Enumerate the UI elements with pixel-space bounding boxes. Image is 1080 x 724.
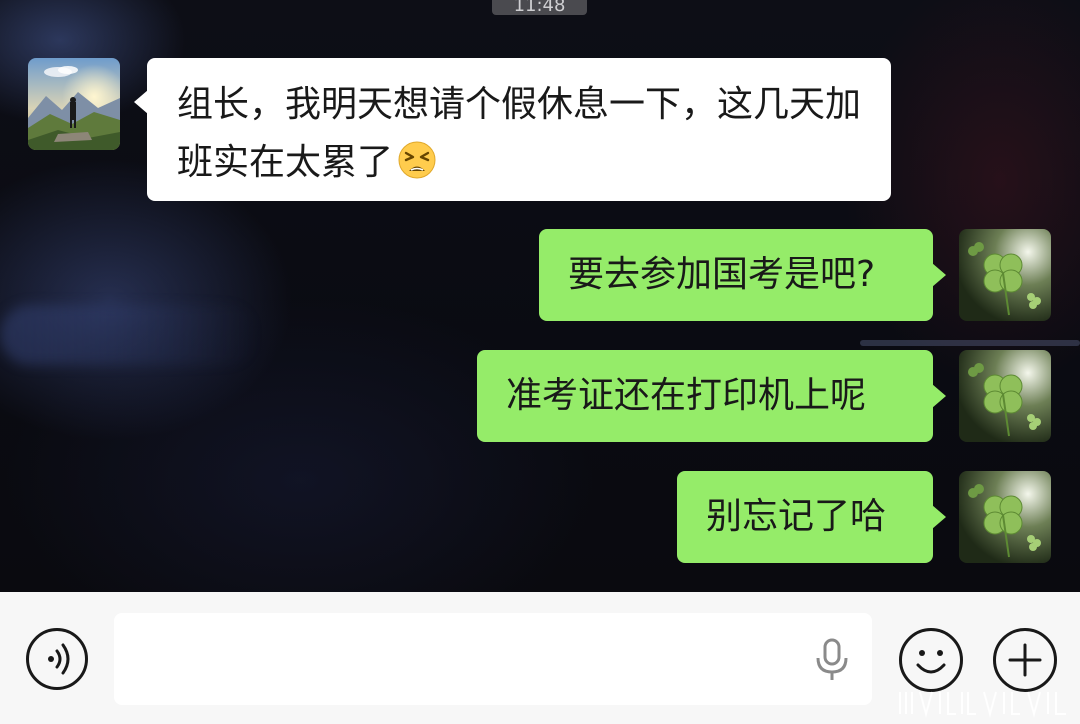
background-blur-shape xyxy=(0,305,260,365)
mountain-landscape-image xyxy=(28,58,120,150)
bubble-tail xyxy=(932,384,946,408)
message-text: 准考证还在打印机上呢 xyxy=(506,375,867,416)
chat-input-bar xyxy=(0,592,1080,724)
voice-icon xyxy=(48,643,70,675)
tired-face-emoji-icon xyxy=(398,141,436,179)
bubble-tail xyxy=(932,263,946,287)
bubble-tail xyxy=(932,505,946,529)
sent-message-bubble[interactable]: 准考证还在打印机上呢 xyxy=(477,350,946,442)
my-avatar[interactable] xyxy=(959,350,1051,442)
message-text: 组长，我明天想请个假休息一下，这几天加班实在太累了 xyxy=(177,84,862,183)
watermark-logo xyxy=(899,691,1066,718)
message-input[interactable] xyxy=(114,613,872,705)
four-leaf-clover-image xyxy=(959,471,1051,563)
background-blur-line xyxy=(860,340,1080,346)
bubble-tail xyxy=(134,90,148,114)
mic-icon[interactable] xyxy=(812,638,852,682)
four-leaf-clover-image xyxy=(959,350,1051,442)
my-avatar[interactable] xyxy=(959,229,1051,321)
voice-mode-button[interactable] xyxy=(26,628,88,690)
message-timestamp: 11:48 xyxy=(492,0,587,16)
more-actions-button[interactable] xyxy=(993,628,1057,692)
received-message-bubble[interactable]: 组长，我明天想请个假休息一下，这几天加班实在太累了 xyxy=(134,58,891,201)
message-text: 别忘记了哈 xyxy=(706,496,887,537)
message-text: 要去参加国考是吧? xyxy=(568,254,876,295)
contact-avatar[interactable] xyxy=(28,58,120,150)
sent-message-bubble[interactable]: 别忘记了哈 xyxy=(677,471,946,563)
plus-icon xyxy=(1008,643,1042,677)
sent-message-bubble[interactable]: 要去参加国考是吧? xyxy=(539,229,946,321)
four-leaf-clover-image xyxy=(959,229,1051,321)
my-avatar[interactable] xyxy=(959,471,1051,563)
emoji-button[interactable] xyxy=(899,628,963,692)
emoji-face-icon xyxy=(916,650,946,674)
chat-background: 11:48 组长，我明天想请个假休息一下，这几天加班实在太累了 要去参加国考是吧… xyxy=(0,0,1080,592)
